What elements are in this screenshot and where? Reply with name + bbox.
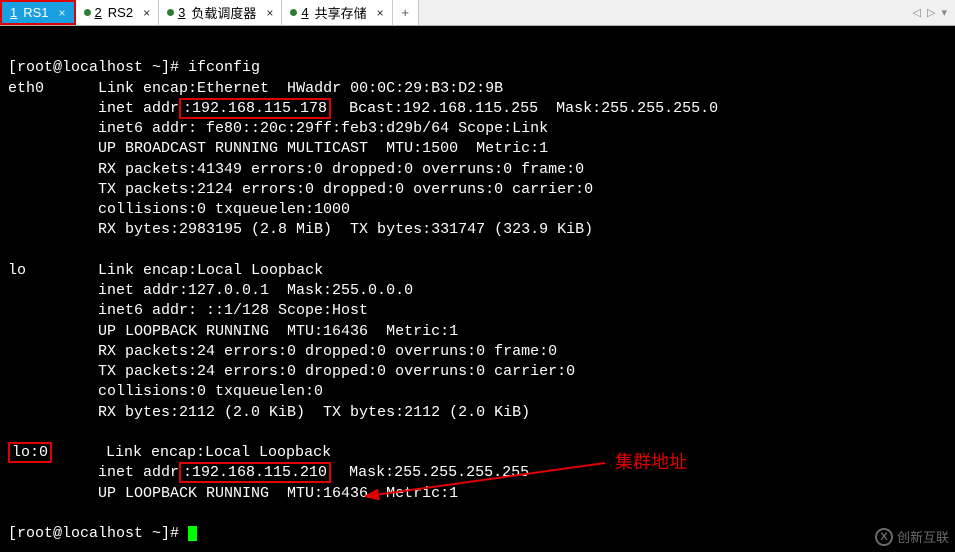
tab-scroll-controls: ◁ ▷ ▾ [905,0,955,25]
iface-name: eth0 [8,80,44,97]
terminal-line: RX packets:41349 errors:0 dropped:0 over… [98,161,584,178]
terminal-line: UP BROADCAST RUNNING MULTICAST MTU:1500 … [98,140,548,157]
tab-label: RS2 [108,5,133,20]
status-dot-icon [84,9,91,16]
terminal-line: collisions:0 txqueuelen:0 [98,383,323,400]
tab-rs1[interactable]: 1 RS1 × [0,0,76,25]
terminal-line: inet6 addr: ::1/128 Scope:Host [98,302,368,319]
tab-label: 共享存储 [315,3,367,22]
terminal-line: collisions:0 txqueuelen:1000 [98,201,350,218]
terminal-line: Mask:255.255.255.255 [331,464,529,481]
terminal-line: RX bytes:2983195 (2.8 MiB) TX bytes:3317… [98,221,593,238]
close-icon[interactable]: × [143,6,150,20]
scroll-right-icon[interactable]: ▷ [927,6,935,19]
iface-name: lo [8,262,26,279]
tab-number: 3 [178,5,185,20]
tab-label: 负载调度器 [191,3,256,22]
tab-rs2[interactable]: 2 RS2 × [76,0,160,25]
terminal-line: Link encap:Ethernet HWaddr 00:0C:29:B3:D… [98,80,503,97]
close-icon[interactable]: × [266,6,273,20]
cursor-icon [188,526,197,541]
terminal-line: Link encap:Local Loopback [106,444,331,461]
terminal-line: inet6 addr: fe80::20c:29ff:feb3:d29b/64 … [98,120,548,137]
tab-load-balancer[interactable]: 3 负载调度器 × [159,0,282,25]
tab-number: 1 [10,5,17,20]
terminal[interactable]: [root@localhost ~]# ifconfig eth0 Link e… [0,26,955,548]
prompt: [root@localhost ~]# [8,59,188,76]
highlighted-ip: :192.168.115.178 [179,98,331,119]
status-dot-icon [167,9,174,16]
tab-label: RS1 [23,5,48,20]
highlighted-iface: lo:0 [8,442,52,463]
tab-number: 4 [301,5,308,20]
tab-shared-storage[interactable]: 4 共享存储 × [282,0,392,25]
terminal-line: UP LOOPBACK RUNNING MTU:16436 Metric:1 [98,485,458,502]
watermark-logo-icon: X [875,528,893,546]
annotation-label: 集群地址 [615,448,687,474]
terminal-line: RX packets:24 errors:0 dropped:0 overrun… [98,343,557,360]
terminal-line: Link encap:Local Loopback [98,262,323,279]
command: ifconfig [188,59,260,76]
watermark: X 创新互联 [875,527,949,546]
terminal-line: inet addr:127.0.0.1 Mask:255.0.0.0 [98,282,413,299]
add-tab-button[interactable]: + [393,0,419,25]
scroll-left-icon[interactable]: ◁ [913,6,921,19]
tab-bar: 1 RS1 × 2 RS2 × 3 负载调度器 × 4 共享存储 × + ◁ ▷… [0,0,955,26]
close-icon[interactable]: × [377,6,384,20]
terminal-line: TX packets:2124 errors:0 dropped:0 overr… [98,181,593,198]
tab-menu-icon[interactable]: ▾ [941,6,947,19]
terminal-line: Bcast:192.168.115.255 Mask:255.255.255.0 [331,100,718,117]
terminal-line: UP LOOPBACK RUNNING MTU:16436 Metric:1 [98,323,458,340]
prompt: [root@localhost ~]# [8,525,188,542]
terminal-line: inet addr [98,464,179,481]
terminal-line: TX packets:24 errors:0 dropped:0 overrun… [98,363,575,380]
tab-number: 2 [95,5,102,20]
terminal-line: RX bytes:2112 (2.0 KiB) TX bytes:2112 (2… [98,404,530,421]
close-icon[interactable]: × [59,6,66,20]
highlighted-ip: :192.168.115.210 [179,462,331,483]
terminal-line: inet addr [98,100,179,117]
status-dot-icon [290,9,297,16]
plus-icon: + [401,5,409,20]
watermark-text: 创新互联 [897,527,949,546]
